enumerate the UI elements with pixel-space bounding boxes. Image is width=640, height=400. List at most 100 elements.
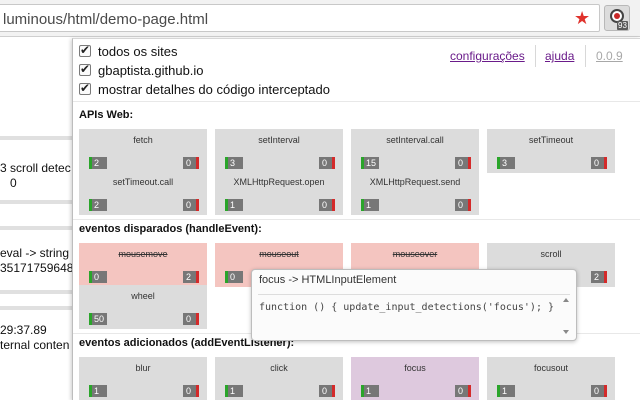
- allowed-count[interactable]: 1: [225, 199, 243, 211]
- option-label: gbaptista.github.io: [98, 62, 204, 78]
- option-show-code[interactable]: mostrar detalhes do código interceptado: [79, 81, 330, 97]
- card-title: click: [270, 363, 288, 373]
- blocked-count[interactable]: 0: [319, 199, 335, 211]
- card-title: mouseout: [259, 249, 299, 259]
- api-card-setinterval[interactable]: setInterval 3 0: [215, 129, 343, 173]
- option-label: todos os sites: [98, 43, 178, 59]
- tooltip-title: focus -> HTMLInputElement: [259, 274, 397, 286]
- version-link[interactable]: 0.0.9: [596, 49, 623, 63]
- listener-card-focusout[interactable]: focusout 1 0: [487, 357, 615, 400]
- card-title: XMLHttpRequest.open: [233, 177, 325, 187]
- blocked-count[interactable]: 0: [591, 385, 607, 397]
- blocked-count[interactable]: 0: [455, 199, 471, 211]
- link-separator: [585, 45, 586, 67]
- card-title: focus: [404, 363, 426, 373]
- card-title: setInterval: [258, 135, 300, 145]
- card-title: setInterval.call: [386, 135, 444, 145]
- page-divider: [0, 200, 72, 204]
- allowed-count[interactable]: 2: [89, 199, 107, 211]
- card-title: wheel: [131, 291, 155, 301]
- address-bar[interactable]: luminous/html/demo-page.html ★: [0, 4, 600, 32]
- blocked-count[interactable]: 0: [183, 199, 199, 211]
- page-text: 29:37.89: [0, 323, 47, 337]
- card-title: setTimeout.call: [112, 177, 174, 187]
- allowed-count[interactable]: 2: [89, 157, 107, 169]
- tooltip-code: function () { update_input_detections('f…: [259, 302, 555, 313]
- blocked-count[interactable]: 0: [319, 385, 335, 397]
- card-title: focusout: [533, 363, 569, 373]
- api-card-fetch[interactable]: fetch 2 0: [79, 129, 207, 173]
- page-text: 3 scroll detec: [0, 161, 71, 175]
- page-text: eval -> string: [0, 246, 70, 260]
- browser-toolbar: luminous/html/demo-page.html ★ 93: [0, 0, 640, 37]
- blocked-count[interactable]: 0: [183, 313, 199, 325]
- allowed-count[interactable]: 3: [225, 157, 243, 169]
- checkbox-show-code[interactable]: [79, 81, 91, 95]
- api-card-setinterval-call[interactable]: setInterval.call 15 0: [351, 129, 479, 173]
- blocked-count[interactable]: 0: [183, 385, 199, 397]
- scroll-down-icon[interactable]: [563, 330, 569, 334]
- blocked-count[interactable]: 0: [455, 157, 471, 169]
- section-divider: [73, 101, 640, 102]
- allowed-count[interactable]: 50: [89, 313, 108, 325]
- allowed-count[interactable]: 1: [361, 199, 379, 211]
- blocked-count[interactable]: 0: [591, 157, 607, 169]
- blocked-count[interactable]: 0: [455, 385, 471, 397]
- api-card-settimeout[interactable]: setTimeout 3 0: [487, 129, 615, 173]
- listener-card-click[interactable]: click 1 0: [215, 357, 343, 400]
- checkbox-current-site[interactable]: [79, 62, 91, 76]
- event-card-wheel[interactable]: wheel 50 0: [79, 285, 207, 329]
- option-all-sites[interactable]: todos os sites: [79, 43, 178, 59]
- page-divider: [0, 226, 72, 230]
- address-text[interactable]: luminous/html/demo-page.html: [3, 11, 208, 28]
- page-text: 35171759648: [0, 261, 74, 275]
- allowed-count[interactable]: 0: [89, 271, 107, 283]
- api-card-xhr-send[interactable]: XMLHttpRequest.send 1 0: [351, 171, 479, 215]
- listener-card-blur[interactable]: blur 1 0: [79, 357, 207, 400]
- card-title: setTimeout: [528, 135, 574, 145]
- card-title: blur: [135, 363, 151, 373]
- allowed-count[interactable]: 1: [225, 385, 243, 397]
- page-divider: [0, 290, 72, 294]
- option-label: mostrar detalhes do código interceptado: [98, 81, 330, 97]
- checkbox-all-sites[interactable]: [79, 43, 91, 57]
- card-title: mousemove: [118, 249, 168, 259]
- blocked-count[interactable]: 2: [591, 271, 607, 283]
- blocked-count[interactable]: 0: [319, 157, 335, 169]
- extension-popup: todos os sites gbaptista.github.io mostr…: [72, 38, 640, 400]
- section-divider: [73, 219, 640, 220]
- allowed-count[interactable]: 1: [89, 385, 107, 397]
- scroll-up-icon[interactable]: [563, 298, 569, 302]
- page-text: ternal conten: [0, 338, 70, 352]
- tooltip-divider: [258, 294, 570, 295]
- blocked-count[interactable]: 0: [183, 157, 199, 169]
- event-card-mousemove[interactable]: mousemove 0 2: [79, 243, 207, 287]
- allowed-count[interactable]: 0: [225, 271, 243, 283]
- help-link[interactable]: ajuda: [545, 49, 574, 63]
- option-current-site[interactable]: gbaptista.github.io: [79, 62, 204, 78]
- allowed-count[interactable]: 1: [361, 385, 379, 397]
- allowed-count[interactable]: 15: [361, 157, 380, 169]
- page-divider: [0, 306, 72, 310]
- allowed-count[interactable]: 1: [497, 385, 515, 397]
- api-card-xhr-open[interactable]: XMLHttpRequest.open 1 0: [215, 171, 343, 215]
- tooltip-scrollbar[interactable]: [563, 296, 571, 336]
- extension-badge: 93: [617, 21, 628, 30]
- link-separator: [535, 45, 536, 67]
- settings-link[interactable]: configurações: [450, 49, 525, 63]
- card-title: mouseover: [392, 249, 438, 259]
- listener-card-focus[interactable]: focus 1 0: [351, 357, 479, 400]
- allowed-count[interactable]: 3: [497, 157, 515, 169]
- card-title: scroll: [540, 249, 562, 259]
- extension-button[interactable]: 93: [604, 5, 630, 31]
- page-divider: [0, 136, 72, 140]
- page-text: 0: [10, 176, 17, 190]
- section-title-apis: APIs Web:: [79, 109, 134, 121]
- bookmark-star-icon[interactable]: ★: [574, 9, 590, 27]
- card-title: fetch: [133, 135, 153, 145]
- section-title-dispatched: eventos disparados (handleEvent):: [79, 223, 262, 235]
- blocked-count[interactable]: 2: [183, 271, 199, 283]
- code-tooltip: focus -> HTMLInputElement function () { …: [251, 269, 577, 341]
- api-card-settimeout-call[interactable]: setTimeout.call 2 0: [79, 171, 207, 215]
- card-title: XMLHttpRequest.send: [369, 177, 461, 187]
